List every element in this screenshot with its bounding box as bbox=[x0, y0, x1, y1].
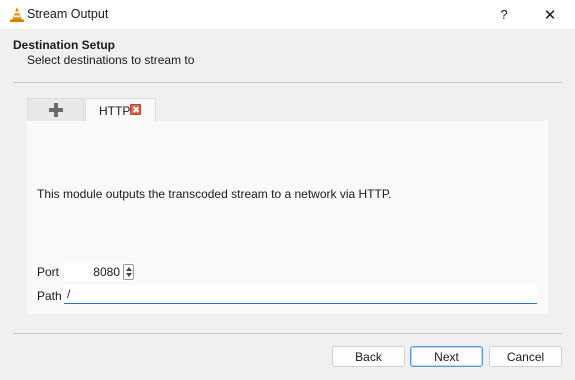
vlc-cone-icon bbox=[10, 7, 24, 22]
divider bbox=[13, 333, 562, 334]
wizard-header: Destination Setup Select destinations to… bbox=[0, 29, 575, 82]
close-tab-icon[interactable] bbox=[130, 104, 141, 115]
page-title: Destination Setup bbox=[13, 38, 116, 52]
add-destination-tab[interactable] bbox=[27, 98, 84, 121]
divider bbox=[13, 82, 562, 83]
cancel-button[interactable]: Cancel bbox=[489, 346, 562, 367]
spin-arrows-icon[interactable] bbox=[123, 264, 134, 280]
plus-icon bbox=[48, 103, 63, 117]
tab-label: HTTP bbox=[99, 104, 131, 118]
port-label: Port bbox=[37, 265, 60, 279]
tab-http[interactable]: HTTP bbox=[85, 98, 156, 122]
back-button[interactable]: Back bbox=[332, 346, 405, 367]
close-window-button[interactable]: ✕ bbox=[527, 0, 573, 29]
next-button[interactable]: Next bbox=[410, 346, 483, 367]
module-description: This module outputs the transcoded strea… bbox=[37, 187, 392, 201]
title-bar: Stream Output ? ✕ bbox=[0, 0, 575, 29]
path-label: Path bbox=[37, 289, 62, 303]
help-button[interactable]: ? bbox=[481, 0, 527, 29]
page-subtitle: Select destinations to stream to bbox=[27, 53, 195, 67]
path-input[interactable] bbox=[64, 285, 537, 304]
port-spinbox[interactable]: 8080 bbox=[64, 263, 135, 281]
port-value[interactable]: 8080 bbox=[93, 265, 120, 279]
window-title: Stream Output bbox=[27, 7, 109, 21]
http-settings-panel: This module outputs the transcoded strea… bbox=[27, 121, 548, 314]
